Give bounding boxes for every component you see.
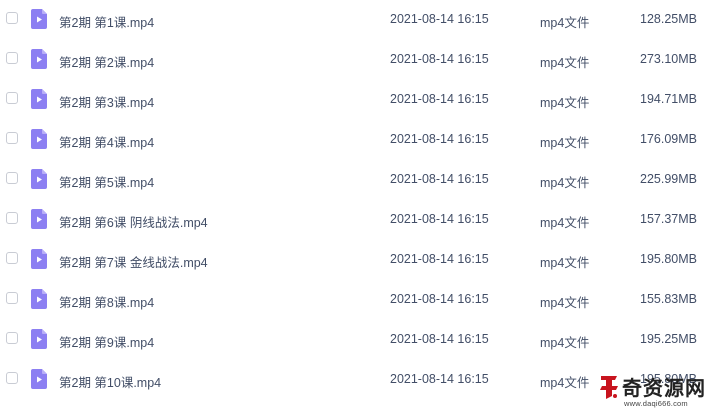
row-checkbox[interactable] — [6, 92, 18, 104]
file-type: mp4文件 — [540, 136, 590, 150]
row-checkbox[interactable] — [6, 52, 18, 64]
file-name[interactable]: 第2期 第2课.mp4 — [59, 52, 154, 71]
video-file-icon — [31, 249, 47, 269]
file-size: 194.71MB — [640, 92, 697, 106]
watermark: 奇资源网 www.daqi666.com — [598, 372, 706, 412]
video-file-icon — [31, 209, 47, 229]
file-size: 195.80MB — [640, 252, 697, 266]
file-name[interactable]: 第2期 第1课.mp4 — [59, 12, 154, 31]
site-logo-icon — [600, 376, 618, 399]
watermark-title: 奇资源网 — [622, 378, 706, 400]
file-name[interactable]: 第2期 第7课 金线战法.mp4 — [59, 252, 208, 271]
file-row[interactable]: 第2期 第1课.mp4 2021-08-14 16:15 mp4文件 128.25MB — [0, 0, 709, 40]
file-row[interactable]: 第2期 第6课 阴线战法.mp4 2021-08-14 16:15 mp4文件 157… — [0, 200, 709, 240]
file-name[interactable]: 第2期 第5课.mp4 — [59, 172, 154, 191]
file-name[interactable]: 第2期 第4课.mp4 — [59, 132, 154, 151]
file-date: 2021-08-14 16:15 — [390, 212, 489, 226]
row-checkbox[interactable] — [6, 212, 18, 224]
file-name[interactable]: 第2期 第9课.mp4 — [59, 332, 154, 351]
file-list: 第2期 第1课.mp4 2021-08-14 16:15 mp4文件 128.25MB… — [0, 0, 709, 400]
file-type: mp4文件 — [540, 16, 590, 30]
file-size: 155.83MB — [640, 292, 697, 306]
row-checkbox[interactable] — [6, 172, 18, 184]
file-name[interactable]: 第2期 第10课.mp4 — [59, 372, 161, 391]
file-date: 2021-08-14 16:15 — [390, 372, 489, 386]
file-type: mp4文件 — [540, 216, 590, 230]
file-size: 157.37MB — [640, 212, 697, 226]
watermark-url: www.daqi666.com — [624, 399, 688, 408]
video-file-icon — [31, 289, 47, 309]
file-row[interactable]: 第2期 第5课.mp4 2021-08-14 16:15 mp4文件 225.99MB — [0, 160, 709, 200]
file-size: 176.09MB — [640, 132, 697, 146]
file-date: 2021-08-14 16:15 — [390, 172, 489, 186]
video-file-icon — [31, 9, 47, 29]
file-type: mp4文件 — [540, 176, 590, 190]
video-file-icon — [31, 329, 47, 349]
video-file-icon — [31, 129, 47, 149]
row-checkbox[interactable] — [6, 252, 18, 264]
file-name[interactable]: 第2期 第3课.mp4 — [59, 92, 154, 111]
file-name[interactable]: 第2期 第6课 阴线战法.mp4 — [59, 212, 208, 231]
file-row[interactable]: 第2期 第8课.mp4 2021-08-14 16:15 mp4文件 155.83MB — [0, 280, 709, 320]
file-type: mp4文件 — [540, 256, 590, 270]
file-date: 2021-08-14 16:15 — [390, 52, 489, 66]
file-size: 273.10MB — [640, 52, 697, 66]
file-size: 128.25MB — [640, 12, 697, 26]
row-checkbox[interactable] — [6, 332, 18, 344]
row-checkbox[interactable] — [6, 292, 18, 304]
file-date: 2021-08-14 16:15 — [390, 252, 489, 266]
file-name[interactable]: 第2期 第8课.mp4 — [59, 292, 154, 311]
file-type: mp4文件 — [540, 376, 590, 390]
video-file-icon — [31, 89, 47, 109]
video-file-icon — [31, 369, 47, 389]
file-date: 2021-08-14 16:15 — [390, 12, 489, 26]
row-checkbox[interactable] — [6, 372, 18, 384]
file-date: 2021-08-14 16:15 — [390, 292, 489, 306]
file-date: 2021-08-14 16:15 — [390, 92, 489, 106]
file-type: mp4文件 — [540, 296, 590, 310]
row-checkbox[interactable] — [6, 12, 18, 24]
file-size: 225.99MB — [640, 172, 697, 186]
file-date: 2021-08-14 16:15 — [390, 332, 489, 346]
file-row[interactable]: 第2期 第4课.mp4 2021-08-14 16:15 mp4文件 176.09MB — [0, 120, 709, 160]
file-date: 2021-08-14 16:15 — [390, 132, 489, 146]
file-row[interactable]: 第2期 第3课.mp4 2021-08-14 16:15 mp4文件 194.71MB — [0, 80, 709, 120]
video-file-icon — [31, 169, 47, 189]
row-checkbox[interactable] — [6, 132, 18, 144]
file-type: mp4文件 — [540, 336, 590, 350]
file-row[interactable]: 第2期 第9课.mp4 2021-08-14 16:15 mp4文件 195.25MB — [0, 320, 709, 360]
video-file-icon — [31, 49, 47, 69]
file-type: mp4文件 — [540, 96, 590, 110]
file-size: 195.25MB — [640, 332, 697, 346]
file-row[interactable]: 第2期 第2课.mp4 2021-08-14 16:15 mp4文件 273.10MB — [0, 40, 709, 80]
file-type: mp4文件 — [540, 56, 590, 70]
file-row[interactable]: 第2期 第7课 金线战法.mp4 2021-08-14 16:15 mp4文件 195… — [0, 240, 709, 280]
